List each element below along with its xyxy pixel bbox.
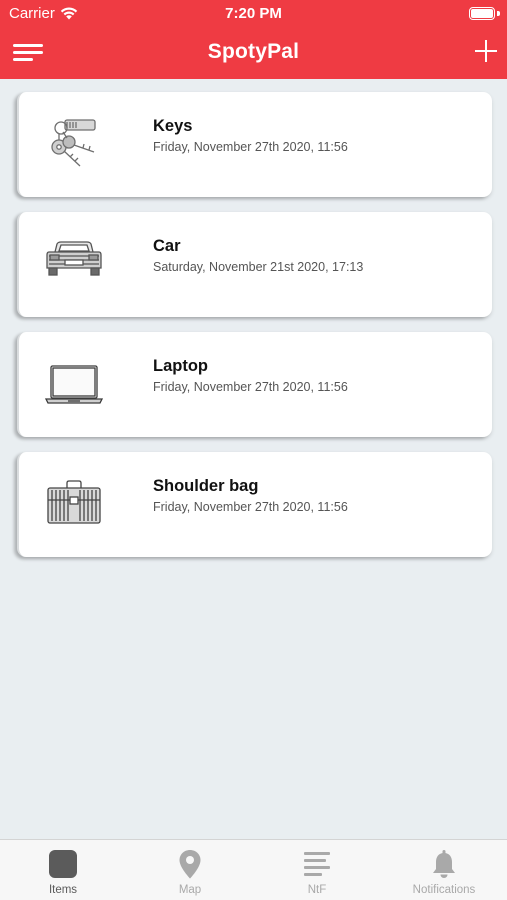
tab-map-label: Map (178, 884, 202, 896)
item-card-car[interactable]: Car Saturday, November 21st 2020, 17:13 (17, 212, 492, 317)
navigation-bar: SpotyPal (0, 30, 507, 76)
item-card-keys[interactable]: Keys Friday, November 27th 2020, 11:56 (17, 92, 492, 197)
item-card-shoulder-bag[interactable]: Shoulder bag Friday, November 27th 2020,… (17, 452, 492, 557)
battery-tip (497, 11, 500, 16)
item-title: Laptop (153, 357, 208, 375)
status-time: 7:20 PM (225, 5, 282, 22)
tab-ntf[interactable]: NtF (254, 840, 380, 900)
battery-icon (469, 7, 495, 20)
add-item-button[interactable] (475, 40, 497, 62)
keys-icon (51, 119, 96, 167)
item-date: Friday, November 27th 2020, 11:56 (153, 500, 348, 514)
app-title: SpotyPal (207, 40, 300, 63)
briefcase-icon (47, 480, 101, 524)
item-date: Friday, November 27th 2020, 11:56 (153, 380, 348, 394)
lines-icon (304, 852, 330, 876)
item-title: Keys (153, 117, 193, 135)
tab-ntf-label: NtF (307, 884, 327, 896)
status-bar: Carrier 7:20 PM (0, 0, 507, 28)
item-date: Saturday, November 21st 2020, 17:13 (153, 260, 364, 274)
item-card-laptop[interactable]: Laptop Friday, November 27th 2020, 11:56 (17, 332, 492, 437)
items-square-icon (49, 850, 77, 878)
tab-notifications[interactable]: Notifications (381, 840, 507, 900)
tab-items-label: Items (48, 884, 78, 896)
tab-notifications-label: Notifications (412, 884, 476, 896)
tab-items[interactable]: Items (0, 840, 126, 900)
laptop-icon (44, 365, 104, 404)
app-screen: Carrier 7:20 PM SpotyPal Keys Friday, No… (0, 0, 507, 900)
car-icon (46, 241, 102, 276)
tab-map[interactable]: Map (127, 840, 253, 900)
item-title: Shoulder bag (153, 477, 259, 495)
map-pin-icon (179, 850, 201, 879)
app-header: Carrier 7:20 PM SpotyPal (0, 0, 507, 79)
item-title: Car (153, 237, 181, 255)
item-date: Friday, November 27th 2020, 11:56 (153, 140, 348, 154)
bell-icon (433, 850, 455, 878)
tab-bar: Items Map NtF Notifications (0, 839, 507, 900)
